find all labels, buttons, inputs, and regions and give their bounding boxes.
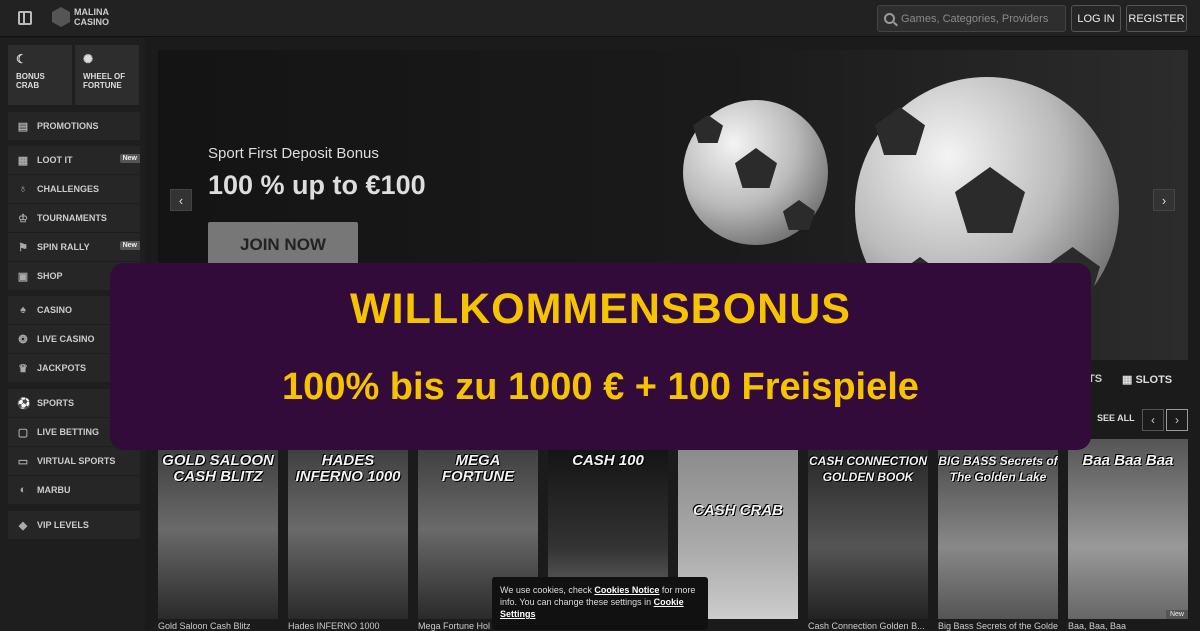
register-button[interactable]: REGISTER	[1126, 5, 1187, 32]
flag-icon: ⚑	[18, 241, 28, 254]
login-button[interactable]: LOG IN	[1071, 5, 1121, 32]
sidebar-item-label: SPORTS	[37, 398, 75, 408]
nav-group-vip: ◆ VIP LEVELS	[8, 511, 140, 540]
sidebar-item-label: CASINO	[37, 305, 73, 315]
tab-slots[interactable]: ▦ SLOTS	[1122, 373, 1172, 386]
crown-icon: ♛	[18, 362, 28, 375]
nav-group-promotions: ▤ PROMOTIONS	[8, 112, 140, 141]
sidebar-item-virtual-sports[interactable]: ▭ VIRTUAL SPORTS	[8, 447, 140, 476]
sidebar-item-label: CHALLENGES	[37, 184, 100, 194]
tile-bonus-crab[interactable]: ☾ BONUS CRAB	[8, 45, 72, 105]
new-badge: New	[119, 154, 140, 163]
game-logo: Baa Baa Baa	[1082, 452, 1174, 469]
sidebar-item-label: LIVE CASINO	[37, 334, 95, 344]
new-badge: New	[119, 241, 140, 250]
game-thumbnail: Baa Baa Baa New	[1068, 439, 1188, 619]
search-input[interactable]	[901, 12, 1051, 25]
cards-icon: ♠	[20, 304, 26, 316]
game-card[interactable]: CASH CONNECTION GOLDEN BOOK Cash Connect…	[808, 439, 928, 631]
soccer-ball-small-image	[683, 100, 828, 245]
sidebar-item-spin-rally[interactable]: ⚑ SPIN RALLY New	[8, 233, 140, 262]
tile-label: BONUS CRAB	[16, 72, 45, 90]
game-card[interactable]: HADES INFERNO 1000 Hades INFERNO 1000	[288, 439, 408, 631]
welcome-bonus-offer: 100% bis zu 1000 € + 100 Freispiele	[282, 366, 919, 408]
sidebar-item-label: LIVE BETTING	[37, 427, 100, 437]
sidebar-item-label: TOURNAMENTS	[37, 213, 107, 223]
sidebar-item-label: JACKPOTS	[37, 363, 87, 373]
game-logo: CASH 100	[572, 452, 644, 469]
game-thumbnail: HADES INFERNO 1000	[288, 439, 408, 619]
see-all-link[interactable]: SEE ALL	[1097, 413, 1135, 423]
game-logo: GOLD SALOON CASH BLITZ	[162, 452, 274, 485]
hero-prev-arrow-icon[interactable]: ‹	[170, 189, 192, 211]
join-now-button[interactable]: JOIN NOW	[208, 222, 358, 268]
soccer-icon: ⚽	[17, 397, 31, 410]
gift-icon: ▤	[17, 120, 29, 133]
wheel-icon: ✺	[83, 52, 94, 66]
welcome-bonus-banner: WILLKOMMENSBONUS 100% bis zu 1000 € + 10…	[110, 263, 1091, 450]
sidebar-item-vip-levels[interactable]: ◆ VIP LEVELS	[8, 511, 140, 540]
games-next-icon[interactable]: ›	[1166, 409, 1188, 431]
hero-next-arrow-icon[interactable]: ›	[1153, 189, 1175, 211]
cookie-notice: We use cookies, check Cookies Notice for…	[492, 577, 708, 630]
sidebar-item-marbu[interactable]: ◐ MARBU	[8, 476, 140, 505]
game-logo: BIG BASS Secrets of The Golden Lake	[938, 454, 1058, 484]
promo-tiles: ☾ BONUS CRAB ✺ WHEEL OF FORTUNE	[8, 45, 139, 105]
chest-icon: ▦	[17, 154, 29, 167]
cookies-notice-link[interactable]: Cookies Notice	[594, 585, 659, 595]
wolf-logo-icon	[52, 7, 70, 27]
logo-line1: MALINA	[74, 7, 109, 17]
sidebar-item-label: VIRTUAL SPORTS	[37, 456, 116, 466]
sidebar-item-loot-it[interactable]: ▦ LOOT IT New	[8, 146, 140, 175]
sidebar-item-challenges[interactable]: ♁ CHALLENGES	[8, 175, 140, 204]
new-badge: New	[1165, 610, 1188, 619]
top-bar: MALINA CASINO LOG IN REGISTER	[0, 0, 1200, 37]
game-card[interactable]: BIG BASS Secrets of The Golden Lake Big …	[938, 439, 1058, 631]
search-box[interactable]	[877, 5, 1066, 32]
crab-icon: ☾	[16, 52, 27, 66]
sidebar-item-tournaments[interactable]: ♔ TOURNAMENTS	[8, 204, 140, 233]
game-card[interactable]: Baa Baa Baa New Baa, Baa, Baa	[1068, 439, 1188, 631]
hero-subtitle: Sport First Deposit Bonus	[208, 145, 379, 162]
game-thumbnail: GOLD SALOON CASH BLITZ	[158, 439, 278, 619]
search-icon	[884, 13, 895, 24]
sidebar-item-label: SPIN RALLY	[37, 242, 90, 252]
game-logo: CASH CRAB	[693, 502, 783, 519]
chip-icon: ❂	[18, 333, 28, 346]
sidebar-item-label: MARBU	[37, 485, 71, 495]
tile-wheel-of-fortune[interactable]: ✺ WHEEL OF FORTUNE	[75, 45, 139, 105]
sidebar-item-label: PROMOTIONS	[37, 121, 99, 131]
sidebar-item-label: SHOP	[37, 271, 63, 281]
sidebar-toggle-icon[interactable]	[18, 11, 32, 25]
shop-icon: ▣	[17, 270, 29, 283]
hero-title: 100 % up to €100	[208, 170, 426, 200]
trophy-icon: ♔	[18, 212, 28, 225]
game-logo: CASH CONNECTION GOLDEN BOOK	[808, 454, 927, 484]
tile-label: WHEEL OF FORTUNE	[83, 72, 126, 90]
live-icon: ▢	[17, 426, 29, 439]
marbu-icon: ◐	[19, 484, 27, 496]
game-card[interactable]: GOLD SALOON CASH BLITZ Gold Saloon Cash …	[158, 439, 278, 631]
monitor-icon: ▭	[17, 455, 29, 468]
medal-icon: ♁	[18, 183, 28, 195]
game-thumbnail: BIG BASS Secrets of The Golden Lake	[938, 439, 1058, 619]
game-thumbnail: CASH CONNECTION GOLDEN BOOK	[808, 439, 928, 619]
welcome-bonus-title: WILLKOMMENSBONUS	[350, 285, 851, 333]
game-logo: HADES INFERNO 1000	[295, 452, 401, 485]
logo-line2: CASINO	[74, 17, 110, 27]
games-prev-icon[interactable]: ‹	[1142, 409, 1164, 431]
cookie-text: We use cookies, check	[500, 585, 595, 595]
game-logo: MEGA FORTUNE	[441, 452, 515, 485]
sidebar-item-label: VIP LEVELS	[37, 520, 89, 530]
casino-logo[interactable]: MALINA CASINO	[52, 7, 109, 27]
sidebar-item-promotions[interactable]: ▤ PROMOTIONS	[8, 112, 140, 141]
diamond-icon: ◆	[18, 519, 28, 532]
sidebar-item-label: LOOT IT	[37, 155, 73, 165]
tab-slots-label: SLOTS	[1135, 374, 1173, 386]
